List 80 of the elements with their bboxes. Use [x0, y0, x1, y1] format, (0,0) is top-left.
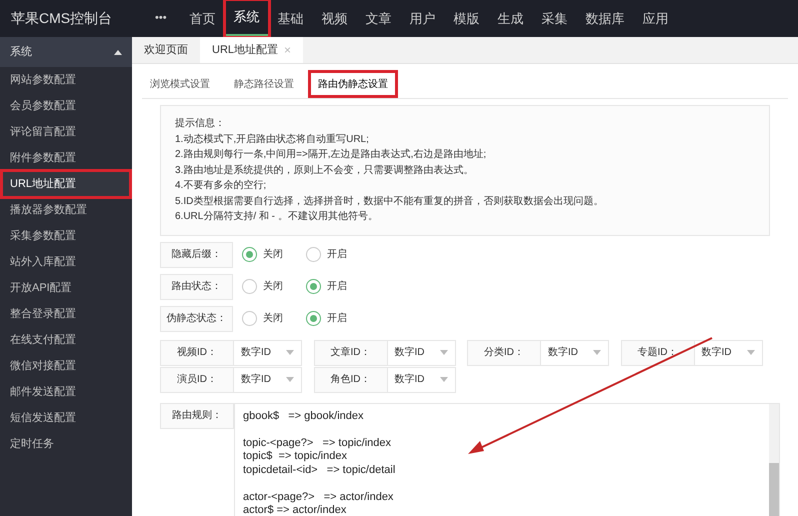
sidebar-item[interactable]: 站外入库配置 — [2, 249, 130, 275]
field-label: 角色ID： — [314, 366, 388, 392]
sidebar-title: 系统 — [10, 44, 32, 60]
radio-option[interactable]: 关闭 — [242, 311, 297, 326]
field-label: 路由规则： — [160, 402, 234, 428]
sidebar-item[interactable]: 定时任务 — [2, 431, 130, 457]
caret-icon — [593, 350, 601, 355]
tab-label: URL地址配置 — [212, 42, 278, 58]
rule-line: topicdetail-<id> => topic/detail — [243, 464, 396, 477]
sidebar-item[interactable]: URL地址配置 — [2, 171, 130, 197]
app-title: 苹果CMS控制台 — [10, 9, 114, 28]
nav-tab[interactable]: 首页 — [180, 0, 225, 37]
tab-label: 欢迎页面 — [144, 42, 188, 58]
sidebar-item[interactable]: 会员参数配置 — [2, 93, 130, 119]
more-button[interactable]: ••• — [155, 10, 167, 27]
notice-line: 1.动态模式下,开启路由状态将自动重写URL; — [175, 132, 370, 146]
radio-option[interactable]: 开启 — [306, 279, 361, 294]
radio-option[interactable]: 关闭 — [242, 247, 297, 262]
radio-option[interactable]: 关闭 — [242, 279, 297, 294]
notice-line: 5.ID类型根据需要自行选择，选择拼音时，数据中不能有重复的拼音，否则获取数据会出现问题。 — [175, 194, 604, 208]
sidebar-header[interactable]: 系统 — [0, 37, 132, 67]
nav-tab[interactable]: 用户 — [400, 0, 445, 37]
caret-icon — [114, 50, 122, 54]
notice-line: 提示信息： — [175, 116, 226, 131]
field-label: 分类ID： — [467, 340, 541, 366]
id-type-select[interactable]: 数字ID — [388, 366, 456, 392]
field-label: 演员ID： — [160, 366, 234, 392]
sub-tab[interactable]: 浏览模式设置 — [142, 72, 218, 96]
notice-line: 6.URL分隔符支持/ 和 - 。不建议用其他符号。 — [175, 210, 379, 224]
rule-line: actor$ => actor/index — [243, 504, 348, 516]
sub-tab[interactable]: 路由伪静态设置 — [310, 72, 396, 96]
rule-line: actor-<page?> => actor/index — [243, 490, 394, 504]
caret-icon — [746, 350, 754, 355]
scrollbar[interactable] — [769, 404, 779, 516]
caret-icon — [286, 377, 294, 382]
field-label: 隐藏后缀： — [160, 242, 233, 268]
sidebar-item[interactable]: 短信发送配置 — [2, 405, 130, 431]
field-label: 路由状态： — [160, 274, 233, 300]
page-tab[interactable]: 欢迎页面 — [132, 37, 200, 63]
nav-tab[interactable]: 应用 — [634, 0, 678, 37]
nav-tab[interactable]: 模版 — [444, 0, 489, 37]
rule-line: topic$ => topic/index — [243, 450, 348, 464]
notice-line: 4.不要有多余的空行; — [175, 178, 268, 193]
nav-tab[interactable]: 基础 — [268, 0, 313, 37]
caret-icon — [286, 350, 294, 355]
sidebar-item[interactable]: 微信对接配置 — [2, 353, 130, 379]
sidebar-item[interactable]: 整合登录配置 — [2, 301, 130, 327]
nav-tab[interactable]: 数据库 — [576, 0, 634, 37]
sidebar-item[interactable]: 评论留言配置 — [2, 119, 130, 145]
sidebar-item[interactable]: 采集参数配置 — [2, 223, 130, 249]
id-type-select[interactable]: 数字ID — [234, 340, 302, 366]
field-label: 文章ID： — [314, 340, 388, 366]
notice-line: 2.路由规则每行一条,中间用=>隔开,左边是路由表达式,右边是路由地址; — [175, 148, 488, 162]
sidebar-item[interactable]: 附件参数配置 — [2, 145, 130, 171]
rule-line: gbook$ => gbook/index — [243, 410, 364, 423]
id-type-select[interactable]: 数字ID — [694, 340, 762, 366]
rules-textarea[interactable]: gbook$ => gbook/index topic-<page?> => topic/index topic$ => topic/index topicdetail-<id> => topic/detail actor-<page?> => actor/index actor$ => actor/index — [234, 402, 780, 516]
sidebar-item[interactable]: 网站参数配置 — [2, 67, 130, 93]
caret-icon — [440, 350, 448, 355]
sidebar-item[interactable]: 在线支付配置 — [2, 327, 130, 353]
nav-tab[interactable]: 视频 — [312, 0, 357, 37]
notice-line: 3.路由地址是系统提供的，原则上不会变，只需要调整路由表达式。 — [175, 164, 474, 178]
caret-icon — [440, 377, 448, 382]
nav-tab[interactable]: 生成 — [488, 0, 533, 37]
field-label: 专题ID： — [620, 340, 694, 366]
nav-tab[interactable]: 文章 — [356, 0, 401, 37]
sub-tab[interactable]: 静态路径设置 — [226, 72, 302, 96]
id-type-select[interactable]: 数字ID — [541, 340, 609, 366]
sidebar-item[interactable]: 开放API配置 — [2, 275, 130, 301]
page-tab[interactable]: URL地址配置 × — [200, 37, 304, 63]
id-type-select[interactable]: 数字ID — [388, 340, 456, 366]
nav-tab[interactable]: 采集 — [532, 0, 577, 37]
field-label: 视频ID： — [160, 340, 234, 366]
radio-option[interactable]: 开启 — [306, 311, 361, 326]
sidebar-item[interactable]: 播放器参数配置 — [2, 197, 130, 223]
radio-option[interactable]: 开启 — [306, 247, 361, 262]
id-type-select[interactable]: 数字ID — [234, 366, 302, 392]
rule-line: topic-<page?> => topic/index — [243, 436, 392, 450]
sidebar-item[interactable]: 邮件发送配置 — [2, 379, 130, 405]
field-label: 伪静态状态： — [160, 306, 233, 332]
